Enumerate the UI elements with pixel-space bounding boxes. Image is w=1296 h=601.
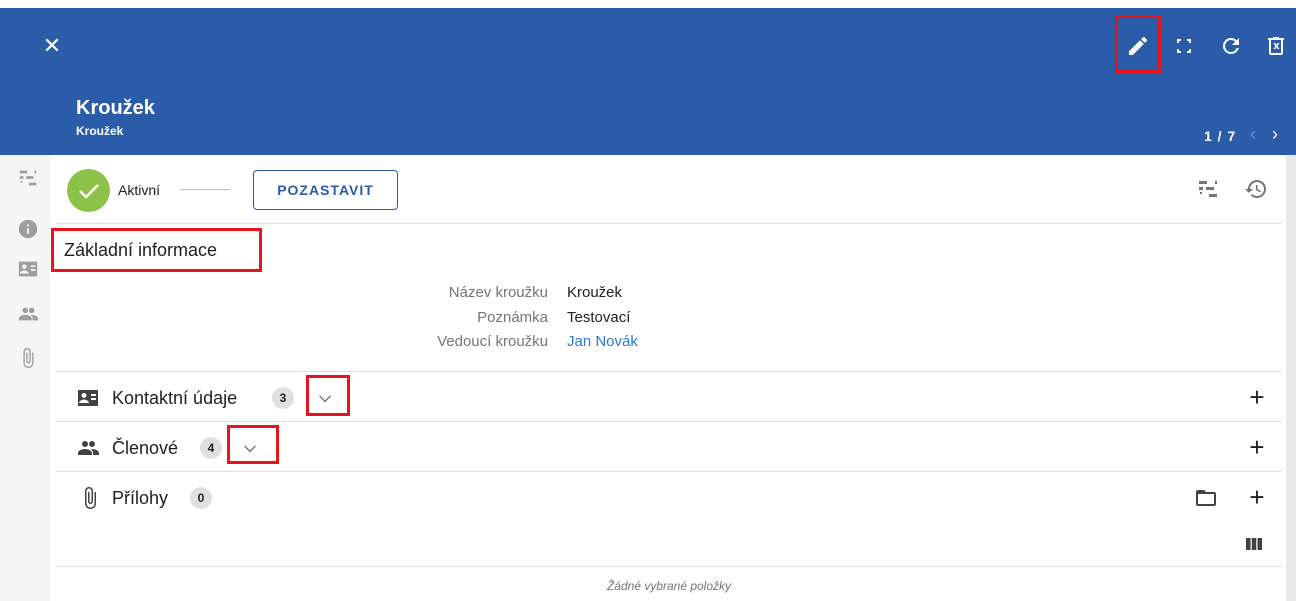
record-pager: 1 / 7 bbox=[1204, 128, 1237, 144]
detail-header bbox=[0, 0, 1296, 155]
section-highlight bbox=[51, 228, 262, 272]
paperclip-icon bbox=[23, 347, 34, 369]
info-icon bbox=[18, 219, 38, 239]
field-value-name: Kroužek bbox=[567, 284, 623, 301]
status-label: Aktivní bbox=[118, 182, 161, 198]
contact-card-icon bbox=[18, 261, 38, 277]
members-count-badge: 4 bbox=[200, 437, 222, 459]
fullscreen-button[interactable] bbox=[1172, 34, 1196, 58]
divider bbox=[56, 566, 1282, 567]
folder-button[interactable] bbox=[1194, 486, 1218, 510]
field-label-name: Název kroužku bbox=[448, 284, 548, 301]
delete-button[interactable] bbox=[1264, 34, 1288, 58]
delete-icon bbox=[1268, 37, 1284, 55]
sidebar-item-members[interactable] bbox=[17, 303, 39, 325]
section-label-members: Členové bbox=[112, 438, 179, 458]
workflow-icon bbox=[19, 170, 37, 186]
people-icon bbox=[76, 436, 100, 460]
sidebar-item-attachments[interactable] bbox=[17, 347, 39, 369]
sidebar-item-contacts[interactable] bbox=[17, 258, 39, 280]
scrollbar[interactable] bbox=[1286, 155, 1296, 601]
page-title: Kroužek bbox=[76, 97, 155, 119]
folder-icon bbox=[1196, 490, 1216, 506]
close-button[interactable]: ✕ bbox=[40, 34, 64, 58]
edit-highlight bbox=[1115, 15, 1161, 73]
field-label-leader: Vedoucí kroužku bbox=[437, 333, 548, 350]
contacts-count-badge: 3 bbox=[272, 387, 294, 409]
contacts-chevron-highlight bbox=[306, 375, 350, 416]
previous-record-button[interactable]: ‹ bbox=[1250, 124, 1256, 145]
refresh-button[interactable] bbox=[1219, 34, 1243, 58]
history-icon bbox=[1245, 180, 1266, 198]
history-button[interactable] bbox=[1244, 177, 1268, 201]
columns-icon bbox=[1246, 538, 1262, 550]
section-label-contacts: Kontaktní údaje bbox=[112, 388, 238, 408]
workflow-icon bbox=[1199, 181, 1217, 197]
top-gap bbox=[0, 0, 1296, 8]
empty-list-message: Žádné vybrané položky bbox=[606, 579, 732, 593]
refresh-icon bbox=[1222, 37, 1239, 54]
status-bar: Aktivní POZASTAVIT bbox=[56, 155, 1282, 224]
sidebar-item-info[interactable] bbox=[17, 218, 39, 240]
page-subtitle: Kroužek bbox=[76, 124, 124, 138]
add-attachment-button[interactable]: + bbox=[1244, 484, 1270, 510]
next-record-button[interactable]: › bbox=[1272, 124, 1278, 145]
field-value-note: Testovací bbox=[567, 309, 631, 326]
leader-link[interactable]: Jan Novák bbox=[567, 333, 638, 350]
section-attachments: Přílohy 0 + bbox=[56, 471, 1282, 567]
status-active-indicator bbox=[67, 169, 110, 212]
paperclip-icon bbox=[78, 486, 102, 510]
section-label-attachments: Přílohy bbox=[112, 488, 169, 508]
attachments-count-badge: 0 bbox=[190, 487, 212, 509]
status-connector bbox=[180, 189, 230, 190]
add-member-button[interactable]: + bbox=[1244, 434, 1270, 460]
fullscreen-icon bbox=[1177, 39, 1191, 53]
workflow-button[interactable] bbox=[1196, 177, 1220, 201]
members-chevron-highlight bbox=[227, 425, 279, 464]
check-icon bbox=[79, 184, 99, 199]
section-contacts: Kontaktní údaje 3 + bbox=[56, 371, 1282, 421]
contact-card-icon bbox=[76, 386, 100, 410]
pause-button[interactable]: POZASTAVIT bbox=[253, 170, 398, 210]
add-contact-button[interactable]: + bbox=[1244, 384, 1270, 410]
columns-button[interactable] bbox=[1242, 532, 1266, 556]
sidebar-item-workflow[interactable] bbox=[17, 167, 39, 189]
people-icon bbox=[18, 307, 39, 321]
field-label-note: Poznámka bbox=[477, 309, 548, 326]
